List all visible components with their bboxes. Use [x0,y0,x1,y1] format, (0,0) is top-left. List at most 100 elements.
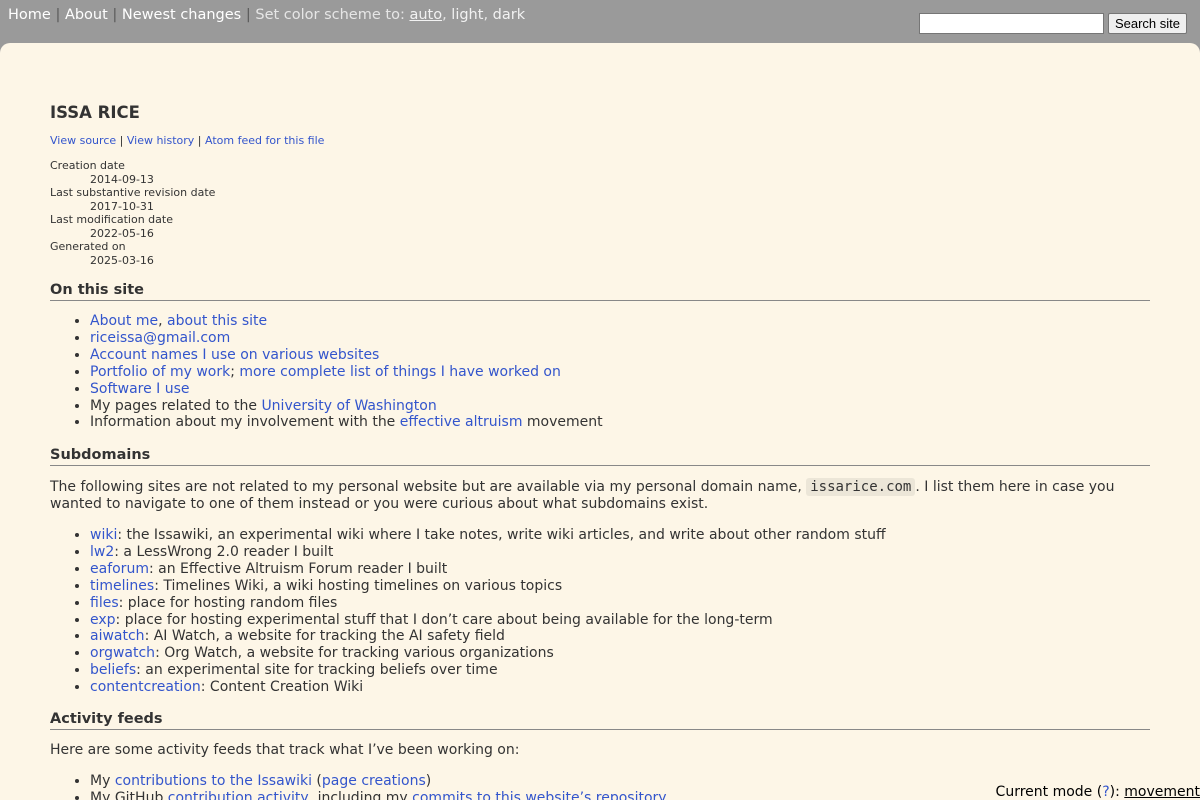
list-item: exp: place for hosting experimental stuf… [90,612,886,629]
list-item: Account names I use on various websites [90,347,603,364]
email-link[interactable]: riceissa@gmail.com [90,330,230,346]
meta-label: Last substantive revision date [50,186,216,199]
source-link-separator: | [119,134,124,147]
meta-value: 2017-10-31 [90,199,154,213]
list-item: contentcreation: Content Creation Wiki [90,679,886,696]
list-item: riceissa@gmail.com [90,330,603,347]
on-this-site-heading: On this site [50,281,1150,301]
list-item: aiwatch: AI Watch, a website for trackin… [90,628,886,645]
about-me-link[interactable]: About me [90,313,158,329]
repository-commits-link[interactable]: commits to this website’s repository [412,790,666,800]
subdomain-link[interactable]: files [90,595,119,611]
subdomain-desc: : place for hosting experimental stuff t… [115,611,773,628]
list-item: My contributions to the Issawiki (page c… [90,773,667,790]
page-body: ISSA RICE View source | View history | A… [0,43,1200,800]
nav-newest-changes-link[interactable]: Newest changes [122,7,241,23]
color-scheme-auto-link[interactable]: auto [409,7,442,23]
work-list-link[interactable]: more complete list of things I have work… [239,364,560,380]
subdomain-link[interactable]: orgwatch [90,645,155,661]
subdomain-desc: : Org Watch, a website for tracking vari… [155,645,554,662]
issawiki-contributions-link[interactable]: contributions to the Issawiki [115,773,312,789]
subdomain-desc: : Content Creation Wiki [200,679,364,696]
subdomain-desc: : an experimental site for tracking beli… [136,662,498,679]
list-item: wiki: the Issawiki, an experimental wiki… [90,527,886,544]
view-history-link[interactable]: View history [127,134,194,147]
list-item-text: My GitHub [90,789,168,800]
list-item: beliefs: an experimental site for tracki… [90,662,886,679]
meta-value: 2025-03-16 [90,253,154,267]
list-item-text: Information about my involvement with th… [90,414,400,431]
color-scheme-dark-link[interactable]: dark [493,7,525,23]
subdomain-link[interactable]: aiwatch [90,628,145,644]
top-navigation: Home | About | Newest changes | Set colo… [8,7,526,23]
site-search: Search site [918,13,1187,34]
list-item: Information about my involvement with th… [90,414,603,431]
page-metadata: Creation date 2014-09-13 Last substantiv… [50,159,215,267]
list-item: Portfolio of my work; more complete list… [90,364,603,381]
subdomain-link[interactable]: beliefs [90,662,136,678]
subdomain-link[interactable]: lw2 [90,544,114,560]
list-item: My pages related to the University of Wa… [90,398,603,415]
list-item: About me, about this site [90,313,603,330]
source-links: View source | View history | Atom feed f… [50,134,324,147]
activity-feeds-heading: Activity feeds [50,710,1150,730]
mode-label: ): [1109,784,1125,800]
subdomain-desc: : the Issawiki, an experimental wiki whe… [117,527,886,543]
list-item: timelines: Timelines Wiki, a wiki hostin… [90,578,886,595]
nav-separator: | [245,7,251,23]
mode-label: Current mode ( [995,784,1103,800]
activity-intro: Here are some activity feeds that track … [50,742,520,758]
intro-text: The following sites are not related to m… [50,479,807,495]
subdomains-list: wiki: the Issawiki, an experimental wiki… [50,527,886,696]
account-names-link[interactable]: Account names I use on various websites [90,347,379,363]
list-item-text: movement [522,414,603,431]
nav-about-link[interactable]: About [65,7,108,23]
subdomain-desc: : place for hosting random files [118,594,338,611]
subdomain-desc: : an Effective Altruism Forum reader I b… [148,560,448,577]
meta-value: 2022-05-16 [90,226,154,240]
search-input[interactable] [918,13,1104,34]
search-site-button[interactable]: Search site [1107,13,1187,34]
nav-home-link[interactable]: Home [8,7,51,23]
list-item-text: My [90,773,115,789]
page-title: ISSA RICE [50,103,140,122]
list-item: lw2: a LessWrong 2.0 reader I built [90,544,886,561]
about-site-link[interactable]: about this site [167,313,267,329]
list-item-text: ) [425,773,432,789]
list-item-text: My pages related to the [90,397,262,414]
atom-feed-link[interactable]: Atom feed for this file [205,134,324,147]
meta-value: 2014-09-13 [90,172,154,186]
list-item: files: place for hosting random files [90,595,886,612]
source-link-separator: | [197,134,202,147]
subdomain-link[interactable]: contentcreation [90,679,201,695]
on-this-site-list: About me, about this site riceissa@gmail… [50,313,603,431]
subdomain-link[interactable]: exp [90,612,116,628]
view-source-link[interactable]: View source [50,134,116,147]
meta-label: Creation date [50,159,125,172]
subdomains-intro: The following sites are not related to m… [50,478,1150,513]
subdomain-desc: : Timelines Wiki, a wiki hosting timelin… [154,577,563,594]
effective-altruism-link[interactable]: effective altruism [400,414,523,430]
current-mode-bar: Current mode (?): movement [980,783,1200,800]
activity-list: My contributions to the Issawiki (page c… [50,773,667,800]
page-creations-link[interactable]: page creations [322,773,426,789]
mode-value-link[interactable]: movement [1124,784,1200,800]
github-contribution-link[interactable]: contribution activity [168,790,309,800]
subdomain-link[interactable]: timelines [90,578,154,594]
university-of-washington-link[interactable]: University of Washington [261,398,436,414]
subdomain-desc: : a LessWrong 2.0 reader I built [114,543,334,560]
list-item-text: ( [311,773,322,789]
nav-separator: | [55,7,61,23]
subdomain-desc: : AI Watch, a website for tracking the A… [144,628,505,645]
mode-help-link[interactable]: ? [1102,784,1109,800]
domain-name: issarice.com [806,478,916,496]
list-item: My GitHub contribution activity, includi… [90,790,667,800]
subdomain-link[interactable]: eaforum [90,561,149,577]
software-link[interactable]: Software I use [90,381,190,397]
portfolio-link[interactable]: Portfolio of my work [90,364,230,380]
subdomain-link[interactable]: wiki [90,527,117,543]
list-item: orgwatch: Org Watch, a website for track… [90,645,886,662]
color-scheme-light-link[interactable]: light [451,7,483,23]
meta-label: Last modification date [50,213,173,226]
meta-label: Generated on [50,240,126,253]
